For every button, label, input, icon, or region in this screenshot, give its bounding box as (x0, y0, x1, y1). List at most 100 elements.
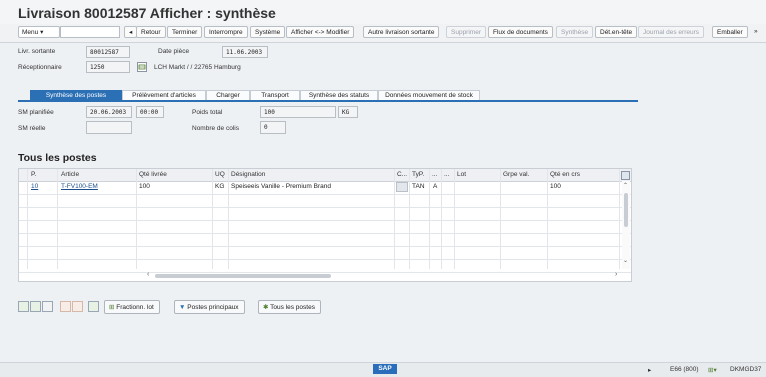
row-uq[interactable]: KG (215, 183, 224, 190)
retour-button[interactable]: Retour (136, 26, 166, 38)
tab-prelevement-articles[interactable]: Prélèvement d'articles (122, 90, 206, 100)
vertical-scroll-thumb[interactable] (624, 193, 628, 227)
table-row[interactable]: 10 T-FV100-EM 100 KG Speiseeis Vanille -… (19, 181, 631, 195)
systeme-button[interactable]: Système (250, 26, 286, 38)
col-article[interactable]: Article (61, 171, 79, 178)
table-row[interactable] (19, 207, 631, 221)
details-icon[interactable] (42, 301, 53, 312)
col-uq[interactable]: UQ (215, 171, 225, 178)
system-dropdown-icon[interactable]: ⊞▾ (708, 366, 717, 374)
sap-logo: SAP (373, 364, 397, 374)
table-row[interactable] (19, 233, 631, 247)
col-c[interactable]: C... (397, 171, 407, 178)
deselect-all-icon[interactable] (30, 301, 41, 312)
terminer-button[interactable]: Terminer (167, 26, 203, 38)
scroll-down-icon[interactable]: ⌄ (623, 257, 628, 264)
tab-underline (18, 100, 638, 102)
menu-button[interactable]: Menu ▾ (18, 26, 60, 38)
tab-charger[interactable]: Charger (206, 90, 250, 100)
row-c-field[interactable] (396, 182, 408, 192)
autre-livraison-button[interactable]: Autre livraison sortante (363, 26, 440, 38)
col-typ[interactable]: TyP. (412, 171, 424, 178)
col-ellipsis-2[interactable]: ... (444, 171, 449, 178)
sm-planifiee-time-field[interactable]: 00:00 (136, 106, 164, 118)
tab-synthese-statuts[interactable]: Synthèse des statuts (300, 90, 378, 100)
poids-total-label: Poids total (192, 109, 223, 116)
tab-donnees-mouvement[interactable]: Données mouvement de stock (378, 90, 480, 100)
tab-synthese-postes[interactable]: Synthèse des postes (30, 90, 122, 100)
col-ellipsis-1[interactable]: ... (432, 171, 437, 178)
interrompre-button[interactable]: Interrompre (204, 26, 248, 38)
synthese-button[interactable]: Synthèse (556, 26, 594, 38)
row-typ[interactable]: TAN (412, 183, 425, 190)
date-piece-field[interactable]: 11.06.2003 (222, 46, 268, 58)
col-p[interactable]: P. (31, 171, 36, 178)
column-settings-icon[interactable] (621, 171, 630, 180)
poids-total-field[interactable]: 100 (260, 106, 336, 118)
sm-reelle-label: SM réelle (18, 125, 46, 132)
table-row[interactable] (19, 246, 631, 260)
address-icon[interactable] (137, 62, 147, 72)
table-row[interactable] (19, 259, 631, 273)
receptionnaire-name: LCH Markt / / 22765 Hamburg (154, 64, 241, 71)
sm-planifiee-label: SM planifiée (18, 109, 54, 116)
receptionnaire-label: Réceptionnaire (18, 64, 62, 71)
table-row[interactable] (19, 194, 631, 208)
fractionn-lot-button[interactable]: ⊞ Fractionn. lot (104, 300, 160, 314)
sm-planifiee-date-field[interactable]: 20.06.2003 (86, 106, 132, 118)
postes-principaux-label: Postes principaux (187, 304, 239, 311)
col-qte-en-crs[interactable]: Qté en crs (550, 171, 580, 178)
scroll-up-icon[interactable]: ⌃ (623, 182, 628, 189)
horizontal-scroll-thumb[interactable] (155, 274, 331, 278)
system-info[interactable]: E66 (800) (670, 366, 699, 373)
afficher-modifier-button[interactable]: Afficher <-> Modifier (286, 26, 355, 38)
scroll-left-icon[interactable]: ‹ (147, 271, 149, 278)
nombre-colis-field[interactable]: 0 (260, 121, 286, 134)
title-bar: Livraison 80012587 Afficher : synthèse (0, 0, 766, 25)
row-status[interactable]: A (433, 183, 437, 190)
col-lot[interactable]: Lot (457, 171, 466, 178)
row-item-number[interactable]: 10 (31, 183, 38, 190)
supprimer-button[interactable]: Supprimer (446, 26, 486, 38)
col-grpe-val[interactable]: Grpe val. (503, 171, 529, 178)
tab-strip: Synthèse des postes Prélèvement d'articl… (18, 90, 638, 100)
livr-sortante-label: Livr. sortante (18, 48, 56, 55)
batch-split-icon[interactable] (88, 301, 99, 312)
det-entete-button[interactable]: Dét.en-tête (595, 26, 638, 38)
more-button[interactable]: » (752, 26, 760, 38)
status-expand-icon[interactable]: ▸ (648, 366, 651, 374)
flux-documents-button[interactable]: Flux de documents (488, 26, 553, 38)
row-qte-en-crs[interactable]: 100 (550, 183, 561, 190)
filter-icon: ▼ (179, 304, 186, 311)
tous-les-postes-button[interactable]: ✱ Tous les postes (258, 300, 321, 314)
postes-principaux-button[interactable]: ▼ Postes principaux (174, 300, 245, 314)
row-qte-livree[interactable]: 100 (139, 183, 150, 190)
nombre-colis-label: Nombre de colis (192, 125, 239, 132)
col-designation[interactable]: Désignation (231, 171, 265, 178)
table-row[interactable] (19, 220, 631, 234)
row-designation[interactable]: Speiseeis Vanille - Premium Brand (231, 183, 331, 190)
poids-unit-field[interactable]: KG (338, 106, 358, 118)
horizontal-scrollbar[interactable]: ‹ › (147, 271, 625, 280)
sm-reelle-field[interactable] (86, 121, 132, 134)
tous-les-postes-label: Tous les postes (270, 304, 315, 311)
receptionnaire-field[interactable]: 1250 (86, 61, 130, 73)
select-all-icon[interactable] (18, 301, 29, 312)
section-title: Tous les postes (18, 152, 97, 164)
command-field[interactable] (60, 26, 120, 38)
menu-label: Menu (22, 29, 39, 36)
livr-sortante-field[interactable]: 80012587 (86, 46, 130, 58)
journal-erreurs-button[interactable]: Journal des erreurs (638, 26, 704, 38)
scroll-right-icon[interactable]: › (615, 271, 617, 278)
emballer-button[interactable]: Emballer (712, 26, 748, 38)
row-article[interactable]: T-FV100-EM (61, 183, 98, 190)
insert-row-icon[interactable] (60, 301, 71, 312)
tab-transport[interactable]: Transport (250, 90, 300, 100)
vertical-scrollbar[interactable]: ⌃ ⌄ (622, 181, 630, 269)
delete-row-icon[interactable] (72, 301, 83, 312)
page-title: Livraison 80012587 Afficher : synthèse (18, 5, 276, 21)
date-piece-label: Date pièce (158, 48, 190, 55)
server-info: DKMGD37 (730, 366, 762, 373)
col-qte-livree[interactable]: Qté livrée (139, 171, 167, 178)
all-items-icon: ✱ (263, 304, 269, 311)
